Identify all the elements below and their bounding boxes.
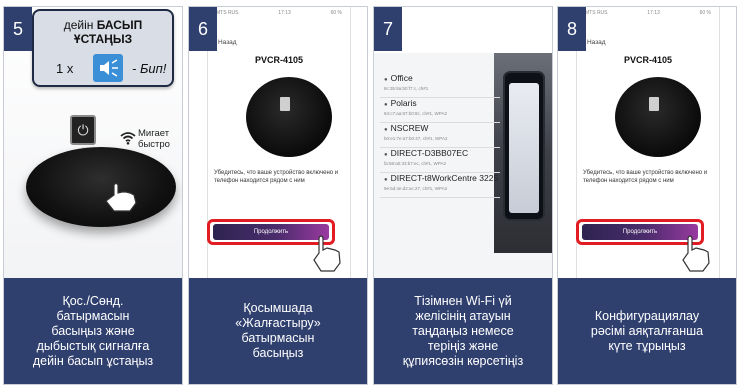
step-panel-8: 8 MTS RUS 17:13 60 % ‹ Назад PVCR-4105 Убе… (557, 6, 737, 385)
phone-image (503, 71, 545, 221)
status-bar: MTS RUS 17:13 60 % (216, 10, 342, 16)
status-bar: MTS RUS 17:13 60 % (585, 10, 711, 16)
callout-line-2: ҰСТАҢЫЗ (73, 32, 133, 46)
step-number: 6 (189, 7, 217, 51)
times-label: 1 x (56, 61, 74, 76)
step-panel-7: 7 Office8c:3b:8a:b0:f7:c, ch#1 Polaris84… (373, 6, 553, 385)
hand-pointer-icon (309, 233, 347, 273)
wifi-network-item[interactable]: DIRECT-t8WorkCentre 32259e:5d:4e:d2:ac:2… (380, 173, 500, 198)
step-caption: Қос./Сөнд. батырмасын басыңыз және дыбыс… (4, 278, 182, 384)
step-caption: Қосымшада «Жалғастыру» батырмасын басыңы… (189, 278, 367, 384)
wifi-network-item[interactable]: Office8c:3b:8a:b0:f7:c, ch#1 (380, 73, 500, 98)
device-model-title: PVCR-4105 (254, 55, 304, 65)
back-link[interactable]: ‹ Назад (214, 39, 237, 46)
wifi-network-item[interactable]: Polaris84:c7:aa:87:b0:8c, ch#1, WPA2 (380, 98, 500, 123)
speaker-icon (93, 54, 123, 82)
instruction-text: Убедитесь, что ваше устройство включено … (583, 170, 708, 184)
power-button-icon: ⏻ (70, 115, 96, 145)
step-number: 7 (374, 7, 402, 51)
beep-label: - Бип! (132, 61, 167, 76)
device-model-title: PVCR-4105 (623, 55, 673, 65)
wifi-blink-label: Мигает быстро (138, 128, 170, 150)
instruction-steps: 5 дейін БАСЫП ҰСТАҢЫЗ 1 x - Бип! ⏻ Мигае… (0, 0, 740, 391)
hand-pointer-icon (678, 233, 716, 273)
step-number: 8 (558, 7, 586, 51)
step-panel-6: 6 MTS RUS 17:13 60 % ‹ Назад PVCR-4105 Убе… (188, 6, 368, 385)
hand-pointer-icon (100, 179, 146, 213)
step-caption: Конфигурациялау рәсімі аяқталғанша күте … (558, 278, 736, 384)
wifi-icon (120, 131, 136, 148)
hold-callout: дейін БАСЫП ҰСТАҢЫЗ 1 x - Бип! (32, 9, 174, 87)
step-panel-5: 5 дейін БАСЫП ҰСТАҢЫЗ 1 x - Бип! ⏻ Мигае… (3, 6, 183, 385)
robot-vacuum-image (615, 77, 701, 157)
callout-line-1: дейін БАСЫП (63, 18, 143, 32)
wifi-network-item[interactable]: NSCREWb0:e1:7e:a7:b0:47, ch#1, WPA2 (380, 123, 500, 148)
instruction-text: Убедитесь, что ваше устройство включено … (214, 170, 339, 184)
step-number: 5 (4, 7, 32, 51)
back-link[interactable]: ‹ Назад (583, 39, 606, 46)
robot-vacuum-image (246, 77, 332, 157)
wifi-network-list: Office8c:3b:8a:b0:f7:c, ch#1 Polaris84:c… (380, 73, 500, 198)
wifi-network-item[interactable]: DIRECT-D3BB07ECfa:58:a0:33:b7:ec, ch#1, … (380, 148, 500, 173)
step-caption: Тізімнен Wi-Fi үй желісінің атауын таңда… (374, 278, 552, 384)
